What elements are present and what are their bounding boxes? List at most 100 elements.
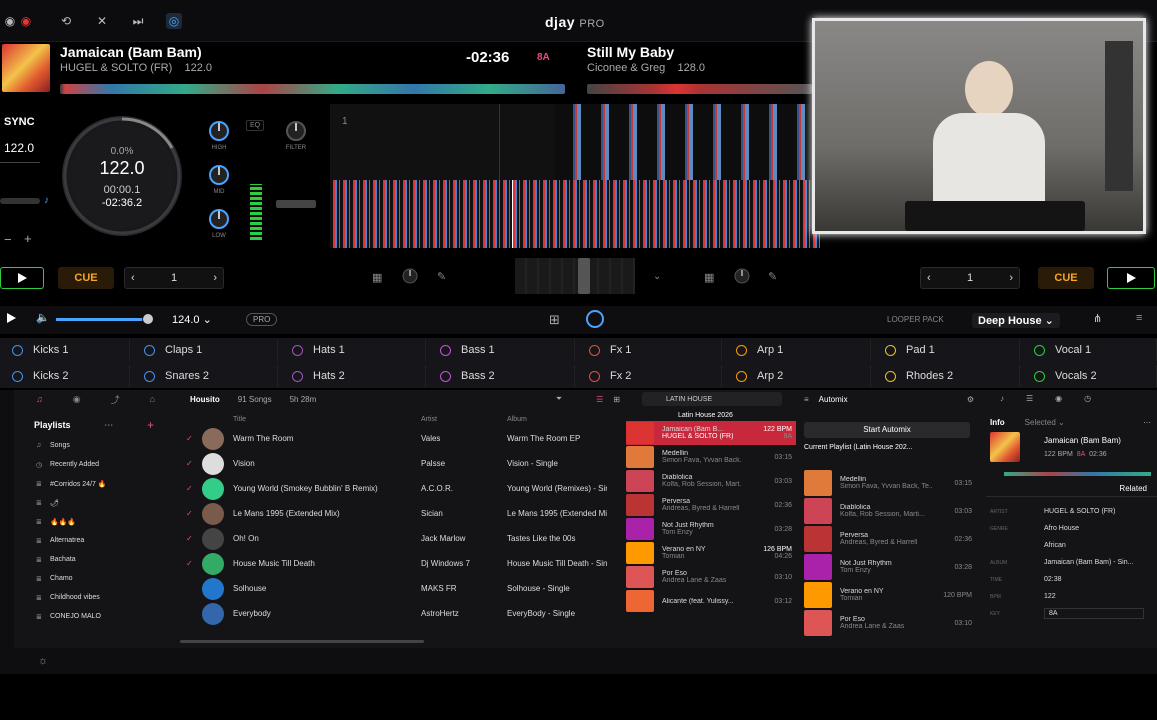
automix-item[interactable]: Medellin Simon Fava, Yvvan Back, Te... 03:… bbox=[800, 469, 980, 497]
looper-pad[interactable]: Hats 1 bbox=[280, 339, 426, 361]
deck-a-play-button[interactable] bbox=[0, 267, 44, 289]
eq-mode-select[interactable]: EQ bbox=[246, 120, 265, 131]
eq-mid-knob[interactable] bbox=[206, 162, 232, 188]
looper-pad[interactable]: Pad 1 bbox=[873, 339, 1020, 361]
filter-knob[interactable] bbox=[283, 118, 309, 144]
power-icon[interactable]: ◉ bbox=[2, 13, 18, 29]
list-view-icon[interactable]: ☰ bbox=[596, 395, 603, 404]
more-icon[interactable]: ⋯ bbox=[104, 420, 113, 431]
sidebar-item[interactable]: ♫ Songs bbox=[18, 436, 168, 455]
filter-icon[interactable]: ⏷ bbox=[556, 394, 562, 404]
automix-item[interactable]: Perversa Andreas, Byred & Harrell 02:36 bbox=[800, 525, 980, 553]
grid-view-icon[interactable]: ⊞ bbox=[613, 395, 620, 404]
looper-pad[interactable]: Rhodes 2 bbox=[873, 365, 1020, 387]
deck-a-overview[interactable] bbox=[60, 84, 565, 94]
pick-icon-b[interactable]: ✎ bbox=[768, 270, 777, 283]
add-playlist-icon[interactable]: + bbox=[147, 418, 154, 432]
deck-b-loop-stepper[interactable]: ‹ 1 › bbox=[920, 267, 1020, 289]
deck-a-loop-stepper[interactable]: ‹ 1 › bbox=[124, 267, 224, 289]
deck-a-volume-fader[interactable] bbox=[276, 200, 316, 208]
looper-pad[interactable]: Bass 2 bbox=[428, 365, 575, 387]
sidebar-item[interactable]: ≣ Bachata bbox=[18, 550, 168, 569]
looper-pad[interactable]: Claps 1 bbox=[132, 339, 278, 361]
pick-icon[interactable]: ✎ bbox=[437, 270, 446, 283]
chevron-left-icon[interactable]: ‹ bbox=[927, 272, 931, 284]
settings-sliders-icon[interactable]: ≡ bbox=[1136, 312, 1142, 324]
automix-item[interactable]: Diablolica Kolfa, Rob Session, Marti... 03… bbox=[800, 497, 980, 525]
list-item[interactable]: Medellin Simon Fava, Yvvan Back... 03:15 bbox=[626, 445, 796, 469]
list-item[interactable]: Alicante (feat. Yulissy... 03:12 bbox=[626, 589, 796, 613]
table-row[interactable]: ✓ Warm The Room Vales Warm The Room EP bbox=[180, 426, 620, 451]
table-row[interactable]: Solhouse MAKS FR Solhouse - Single bbox=[180, 576, 620, 601]
music-note-icon[interactable]: ♪ bbox=[1000, 394, 1004, 403]
list-icon[interactable]: ☰ bbox=[1026, 394, 1033, 403]
deck-b-filter-knob[interactable] bbox=[732, 266, 752, 286]
sampler-icon[interactable]: ▦ bbox=[372, 271, 382, 284]
looper-pad[interactable]: Bass 1 bbox=[428, 339, 575, 361]
deck-b-play-button[interactable] bbox=[1107, 267, 1155, 289]
col-album[interactable]: Album bbox=[507, 416, 527, 423]
automix-item[interactable]: Not Just Rhythm Tom Enzy 03:28 bbox=[800, 553, 980, 581]
deck-b-cue-button[interactable]: CUE bbox=[1038, 267, 1094, 289]
looper-pack-select[interactable]: Deep House ⌄ bbox=[972, 313, 1060, 328]
table-row[interactable]: ✓ Oh! On Jack Marlow Tastes Like the 00s bbox=[180, 526, 620, 551]
trend-icon[interactable]: ⤴ bbox=[111, 393, 120, 406]
deck-b-overview[interactable] bbox=[587, 84, 812, 94]
sidebar-item[interactable]: ≣ 🌶 bbox=[18, 493, 168, 512]
sidebar-item[interactable]: ◷ Recently Added bbox=[18, 455, 168, 474]
deck-b-waveform[interactable] bbox=[330, 104, 810, 180]
sidebar-item[interactable]: ≣ Childhood vibes bbox=[18, 588, 168, 607]
chevron-right-icon[interactable]: › bbox=[1009, 272, 1013, 284]
grid-icon[interactable]: ⊞ bbox=[549, 312, 560, 328]
list-item[interactable]: Verano en NY Tomian 126 BPM 04:26 bbox=[626, 541, 796, 565]
sidebar-item[interactable]: ≣ #Corridos 24/7 🔥 bbox=[18, 474, 168, 493]
deck-a-cue-button[interactable]: CUE bbox=[58, 267, 114, 289]
list-item[interactable]: Jamaican (Bam B... HUGEL & SOLTO (FR) 122 … bbox=[626, 421, 796, 445]
looper-pad[interactable]: Hats 2 bbox=[280, 365, 426, 387]
fx-icon[interactable]: ✕ bbox=[94, 13, 110, 29]
col-artist[interactable]: Artist bbox=[421, 416, 507, 423]
pitch-slider[interactable] bbox=[0, 198, 40, 204]
pitch-reset-icon[interactable]: ♪ bbox=[44, 195, 49, 206]
looper-pad[interactable]: Snares 2 bbox=[132, 365, 278, 387]
pitch-minus-button[interactable]: − bbox=[4, 232, 12, 247]
info-field-value[interactable]: 8A bbox=[1044, 608, 1144, 619]
table-row[interactable]: ✓ Le Mans 1995 (Extended Mix) Sician Le Man… bbox=[180, 501, 620, 526]
tab-info[interactable]: Info bbox=[990, 418, 1005, 427]
looper-pad[interactable]: Fx 1 bbox=[577, 339, 722, 361]
music-icon[interactable]: ♫ bbox=[36, 394, 43, 404]
list-item[interactable]: Perversa Andreas, Byred & Harrell 02:36 bbox=[626, 493, 796, 517]
looper-pad[interactable]: Vocals 2 bbox=[1022, 365, 1157, 387]
sidebar-item[interactable]: ≣ Chamo bbox=[18, 569, 168, 588]
automix-current-playlist[interactable]: Current Playlist (Latin House 202... bbox=[804, 444, 980, 451]
looper-volume-slider[interactable] bbox=[56, 318, 150, 321]
playlist-scrollbar[interactable] bbox=[180, 640, 424, 643]
looper-sync-icon[interactable] bbox=[586, 310, 604, 328]
disc-icon[interactable]: ◉ bbox=[1055, 394, 1062, 403]
looper-pad[interactable]: Arp 2 bbox=[724, 365, 871, 387]
pitch-plus-button[interactable]: + bbox=[24, 231, 32, 246]
table-row[interactable]: Everybody AstroHertz EveryBody - Single bbox=[180, 601, 620, 626]
crossfader-handle[interactable] bbox=[578, 258, 590, 294]
automix-item[interactable]: Verano en NY Tomian 120 BPM bbox=[800, 581, 980, 609]
chevron-right-icon[interactable]: › bbox=[213, 272, 217, 284]
table-row[interactable]: ✓ Vision Palsse Vision - Single bbox=[180, 451, 620, 476]
record-icon[interactable]: ◉ bbox=[18, 13, 34, 29]
list-item[interactable]: Not Just Rhythm Tom Enzy 03:28 bbox=[626, 517, 796, 541]
disc-icon[interactable]: ◉ bbox=[73, 394, 81, 405]
sidebar-item[interactable]: ≣ Alternatrea bbox=[18, 531, 168, 550]
list-item[interactable]: Por Eso Andrea Lane & Zaas 03:10 bbox=[626, 565, 796, 589]
sync-icon[interactable]: ◎ bbox=[166, 13, 182, 29]
tab-related[interactable]: Related bbox=[1119, 484, 1147, 493]
selected-dropdown[interactable]: Selected ⌄ bbox=[1025, 418, 1065, 427]
deck-a-waveform[interactable] bbox=[330, 180, 820, 248]
sun-icon[interactable]: ☼ bbox=[38, 655, 48, 667]
table-row[interactable]: ✓ Young World (Smokey Bubblin' B Remix) A.… bbox=[180, 476, 620, 501]
skip-icon[interactable]: ⏭ bbox=[130, 13, 146, 29]
looper-pad[interactable]: Kicks 2 bbox=[0, 365, 130, 387]
eq-low-knob[interactable] bbox=[206, 206, 232, 232]
col-title[interactable]: Title bbox=[233, 416, 421, 423]
crossfader-curve-knob[interactable] bbox=[400, 266, 420, 286]
sync-button[interactable]: SYNC bbox=[4, 116, 35, 128]
list-item[interactable]: Diablolica Kolfa, Rob Session, Mart... 03:… bbox=[626, 469, 796, 493]
